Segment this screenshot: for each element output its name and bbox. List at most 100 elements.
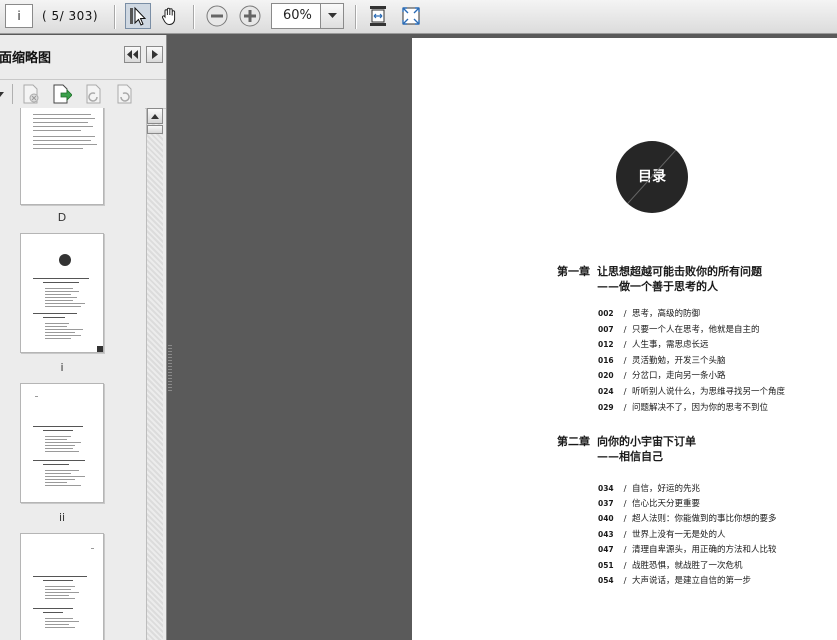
document-page: 目录 第一章 让思想超越可能击败你的所有问题 ——做一个善于思考的人 002/思考… — [412, 38, 837, 640]
toc-page-number: 029 — [598, 403, 614, 412]
thumbnail-label: ii — [58, 511, 66, 524]
toc-entry-title: 问题解决不了，因为你的思考不到位 — [632, 403, 769, 413]
fit-width-icon — [370, 6, 386, 26]
toc-page-number: 054 — [598, 576, 614, 585]
delete-page-button[interactable] — [20, 83, 42, 105]
toc-entry-title: 思考，高级的防御 — [632, 309, 701, 319]
expand-panel-button[interactable] — [146, 46, 163, 63]
toc-entry-title: 灵活勤勉，开发三个头脑 — [632, 356, 726, 366]
scroll-up-button[interactable] — [147, 108, 163, 124]
delete-page-icon — [23, 84, 39, 104]
toc-entry[interactable]: 054/大声说话，是建立自信的第一步 — [598, 574, 751, 586]
panel-title: 页面缩略图 — [0, 51, 52, 66]
toc-entry-title: 超人法则：你能做到的事比你想的要多 — [632, 514, 777, 524]
insert-page-button[interactable] — [51, 83, 73, 105]
toc-page-number: 012 — [598, 340, 614, 349]
hand-icon — [161, 7, 176, 26]
page-thumbnail[interactable] — [20, 108, 104, 205]
toc-entry-title: 分岔口，走向另一条小路 — [632, 371, 726, 381]
panel-resize-handle[interactable] — [168, 345, 172, 393]
chapter-number: 第一章 — [557, 265, 590, 278]
toc-entry[interactable]: 016/灵活勤勉，开发三个头脑 — [598, 354, 726, 366]
page-thumbnail-current[interactable] — [20, 233, 104, 353]
toc-page-number: 020 — [598, 371, 614, 380]
hand-tool-button[interactable] — [157, 3, 183, 29]
toc-page-number: 034 — [598, 484, 614, 493]
toc-entry[interactable]: 007/只要一个人在思考，他就是自主的 — [598, 323, 760, 335]
fit-page-icon — [402, 7, 420, 25]
rotate-cw-icon — [117, 84, 132, 104]
zoom-out-button[interactable] — [204, 3, 230, 29]
toc-page-number: 047 — [598, 545, 614, 554]
zoom-dropdown-button[interactable] — [321, 3, 344, 29]
thumbnail-panel: 页面缩略图 — [0, 35, 167, 640]
fit-page-button[interactable] — [398, 3, 424, 29]
toc-entry[interactable]: 051/战胜恐惧，就战胜了一次危机 — [598, 559, 743, 571]
scrollbar-thumb[interactable] — [147, 125, 163, 134]
toc-page-number: 037 — [598, 499, 614, 508]
page-thumbnail[interactable] — [20, 383, 104, 503]
insert-page-icon — [53, 84, 72, 104]
page-thumbnail[interactable] — [20, 533, 104, 640]
toc-badge: 目录 — [616, 141, 688, 213]
toc-page-number: 051 — [598, 561, 614, 570]
toc-entry-title: 只要一个人在思考，他就是自主的 — [632, 325, 760, 335]
toc-entry[interactable]: 043/世界上没有一无是处的人 — [598, 528, 726, 540]
chapter-title: 向你的小宇宙下订单 — [597, 435, 696, 448]
thumbnail-label: D — [57, 211, 67, 224]
chevron-down-icon — [0, 91, 4, 97]
toc-entry[interactable]: 024/听听别人说什么，为思维寻找另一个角度 — [598, 385, 785, 397]
toc-entry-title: 自信，好运的先兆 — [632, 484, 701, 494]
toc-entry-title: 世界上没有一无是处的人 — [632, 530, 726, 540]
zoom-level-input[interactable]: 60% — [271, 3, 321, 29]
options-dropdown[interactable] — [0, 83, 6, 105]
toolbar-separator — [193, 5, 194, 29]
chapter-heading: 第二章 向你的小宇宙下订单 — [557, 433, 696, 449]
collapse-panel-button[interactable] — [124, 46, 141, 63]
select-tool-button[interactable] — [125, 3, 151, 29]
toc-page-number: 040 — [598, 514, 614, 523]
zoom-in-button[interactable] — [237, 3, 263, 29]
toc-entry[interactable]: 040/超人法则：你能做到的事比你想的要多 — [598, 512, 777, 524]
toc-page-number: 007 — [598, 325, 614, 334]
toc-entry[interactable]: 037/信心比天分更重要 — [598, 497, 700, 509]
chapter-title: 让思想超越可能击败你的所有问题 — [597, 265, 762, 278]
toc-page-number: 016 — [598, 356, 614, 365]
toc-page-number: 043 — [598, 530, 614, 539]
panel-toolbar — [0, 79, 166, 109]
toc-entry[interactable]: 034/自信，好运的先兆 — [598, 482, 700, 494]
thumbnail-list: D i ii — [0, 108, 145, 640]
toc-entry[interactable]: 002/思考，高级的防御 — [598, 307, 700, 319]
toc-entry-title: 信心比天分更重要 — [632, 499, 701, 509]
chapter-number: 第二章 — [557, 435, 590, 448]
toc-entry[interactable]: 029/问题解决不了，因为你的思考不到位 — [598, 401, 768, 413]
rotate-ccw-icon — [86, 84, 101, 104]
cursor-icon — [130, 6, 147, 26]
rotate-cw-button[interactable] — [114, 83, 136, 105]
toc-entry[interactable]: 012/人生事，需思虑长远 — [598, 338, 709, 350]
panel-toolbar-separator — [12, 84, 13, 104]
thumbnail-scrollbar[interactable] — [146, 108, 163, 640]
main-toolbar: i ( 5/ 303) 60% — [0, 0, 837, 34]
thumbnail-label: i — [60, 361, 64, 374]
double-chevron-left-icon — [127, 50, 138, 59]
zoom-in-icon — [239, 5, 261, 27]
toc-entry[interactable]: 020/分岔口，走向另一条小路 — [598, 369, 726, 381]
chevron-up-icon — [151, 113, 159, 119]
chapter-heading: 第一章 让思想超越可能击败你的所有问题 — [557, 263, 762, 279]
toc-entry-title: 战胜恐惧，就战胜了一次危机 — [632, 561, 743, 571]
zoom-out-icon — [206, 5, 228, 27]
toc-page-number: 024 — [598, 387, 614, 396]
page-number-input[interactable]: i — [5, 4, 33, 28]
rotate-ccw-button[interactable] — [83, 83, 105, 105]
chevron-right-icon — [151, 50, 158, 59]
toolbar-separator — [114, 5, 115, 29]
chevron-down-icon — [327, 13, 337, 18]
toc-entry[interactable]: 047/清理自卑源头，用正确的方法和人比较 — [598, 543, 777, 555]
toc-entry-title: 听听别人说什么，为思维寻找另一个角度 — [632, 387, 786, 397]
fit-width-button[interactable] — [365, 3, 391, 29]
toc-badge-text: 目录 — [638, 169, 666, 185]
toolbar-separator — [355, 5, 356, 29]
toc-entry-title: 清理自卑源头，用正确的方法和人比较 — [632, 545, 777, 555]
chapter-subtitle: ——相信自己 — [597, 450, 663, 463]
